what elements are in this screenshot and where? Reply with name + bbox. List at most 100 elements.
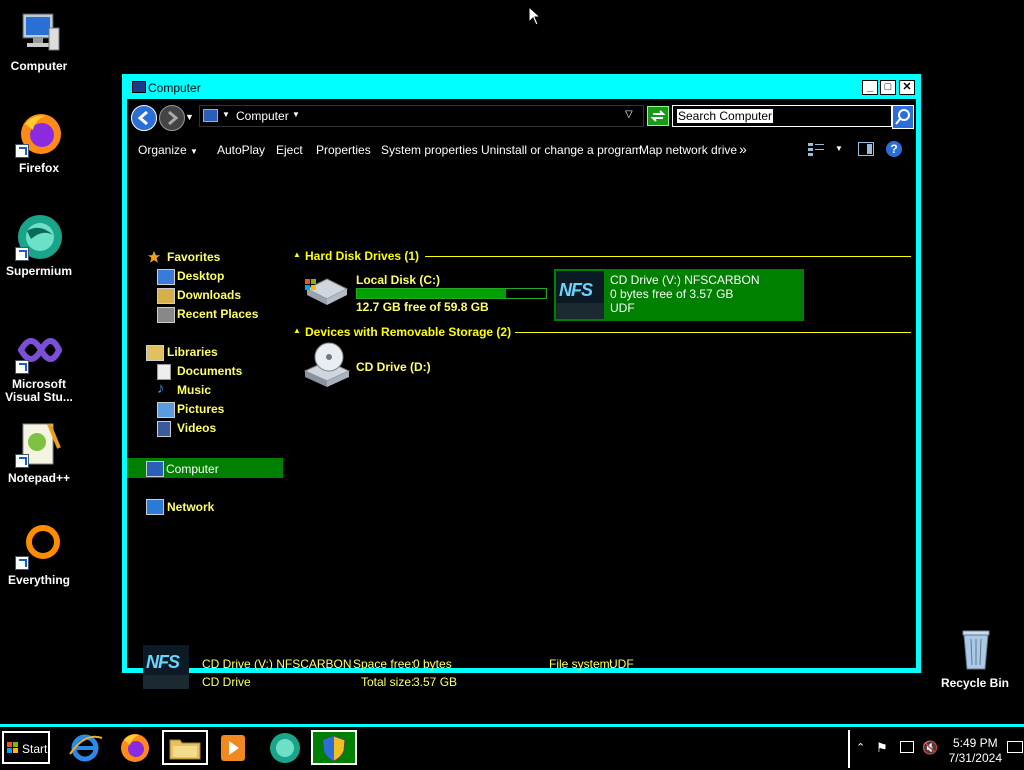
desktop-icon <box>157 269 175 285</box>
more-commands-button[interactable]: » <box>739 141 747 157</box>
desktop-icon-label: Firefox <box>18 161 59 175</box>
nav-music[interactable]: Music <box>177 383 211 397</box>
autoplay-button[interactable]: AutoPlay <box>217 143 265 157</box>
address-bar[interactable]: ▼ Computer ▼ ▽ <box>199 105 644 127</box>
folder-icon <box>169 739 201 760</box>
action-center-flag-icon[interactable]: ⚑ <box>876 740 888 756</box>
computer-icon <box>15 8 63 56</box>
taskbar-file-explorer[interactable] <box>162 730 208 765</box>
desktop-icon-label: Computer <box>10 59 68 73</box>
breadcrumb-chevron-icon[interactable]: ▼ <box>222 110 230 119</box>
show-hidden-icons-chevron-icon[interactable]: ⌃ <box>856 741 865 754</box>
details-total-size-label: Total size: <box>361 675 415 689</box>
maximize-button[interactable]: □ <box>880 80 896 95</box>
everything-icon <box>15 522 63 570</box>
taskbar-media-player[interactable] <box>210 730 256 765</box>
close-button[interactable]: ✕ <box>899 80 915 95</box>
uninstall-program-button[interactable]: Uninstall or change a program <box>481 143 642 157</box>
notepadpp-icon <box>15 420 63 468</box>
help-button[interactable]: ? <box>886 141 902 157</box>
breadcrumb-computer[interactable]: Computer <box>236 109 289 123</box>
details-fs-value: UDF <box>609 657 634 671</box>
search-placeholder: Search Computer <box>677 109 774 123</box>
nav-documents[interactable]: Documents <box>177 364 242 378</box>
nav-downloads[interactable]: Downloads <box>177 288 241 302</box>
preview-pane-icon <box>867 144 872 154</box>
desktop-icon-visual-studio[interactable]: Microsoft Visual Stu... <box>0 326 78 404</box>
refresh-button[interactable] <box>647 106 669 126</box>
map-network-drive-button[interactable]: Map network drive <box>639 143 737 157</box>
desktop-icon-label: Notepad++ <box>7 471 70 485</box>
nav-network[interactable]: Network <box>167 500 214 514</box>
clock-time: 5:49 PM <box>952 736 998 750</box>
drive-label: CD Drive (V:) NFSCARBON <box>610 273 760 287</box>
breadcrumb-chevron-icon[interactable]: ▼ <box>292 110 300 119</box>
desktop-icon-label: Supermium <box>5 264 72 278</box>
supermium-icon <box>15 213 63 261</box>
search-button[interactable] <box>892 105 914 129</box>
group-header-removable[interactable]: Devices with Removable Storage (2) <box>305 325 511 339</box>
show-desktop-button[interactable] <box>1007 741 1023 753</box>
collapse-group-icon[interactable]: ▲ <box>293 250 301 259</box>
title-bar[interactable]: Computer _ □ ✕ <box>122 74 921 99</box>
taskbar-supermium[interactable] <box>262 730 308 765</box>
navigation-pane: Favorites Desktop Downloads Recent Place… <box>127 165 287 665</box>
collapse-group-icon[interactable]: ▲ <box>293 326 301 335</box>
clock[interactable]: 5:49 PM 7/31/2024 <box>949 736 1002 766</box>
desktop-icon-computer[interactable]: Computer <box>0 8 78 73</box>
drive-cd-v-selected[interactable]: NFS CD Drive (V:) NFSCARBON 0 bytes free… <box>554 269 804 321</box>
properties-button[interactable]: Properties <box>316 143 371 157</box>
view-options-chevron-icon[interactable]: ▼ <box>835 144 843 153</box>
shortcut-arrow-icon <box>15 360 29 374</box>
nav-pictures[interactable]: Pictures <box>177 402 224 416</box>
recent-pages-chevron-icon[interactable]: ▼ <box>185 112 194 122</box>
firefox-icon <box>15 110 63 158</box>
minimize-button[interactable]: _ <box>862 80 878 95</box>
visual-studio-icon <box>15 326 63 374</box>
back-button[interactable] <box>131 105 157 131</box>
arrow-left-icon <box>137 110 148 126</box>
chevron-down-icon: ▼ <box>190 147 198 156</box>
address-row: ▼ ▼ Computer ▼ ▽ Search Computer <box>127 99 916 133</box>
desktop-icon-everything[interactable]: Everything <box>0 522 78 587</box>
change-view-button[interactable] <box>808 142 824 156</box>
preview-pane-button[interactable] <box>858 142 874 156</box>
desktop-icon-firefox[interactable]: Firefox <box>0 110 78 175</box>
details-space-free-label: Space free: <box>353 657 415 671</box>
help-icon: ? <box>890 142 898 156</box>
volume-muted-icon[interactable]: 🔇 <box>922 740 938 756</box>
desktop-icon-recycle-bin[interactable]: Recycle Bin <box>936 625 1014 690</box>
taskbar-firefox[interactable] <box>112 730 158 765</box>
organize-label: Organize <box>138 143 187 157</box>
nav-computer[interactable]: Computer <box>166 462 219 476</box>
nav-videos[interactable]: Videos <box>177 421 216 435</box>
taskbar-security-app[interactable] <box>311 730 357 765</box>
group-header-hard-disks[interactable]: Hard Disk Drives (1) <box>305 249 419 263</box>
drive-cd-d[interactable]: CD Drive (D:) <box>297 341 527 387</box>
details-pane: NFS CD Drive (V:) NFSCARBON CD Drive Spa… <box>127 635 916 689</box>
nav-libraries[interactable]: Libraries <box>167 345 218 359</box>
search-input[interactable]: Search Computer <box>672 105 892 127</box>
nav-recent-places[interactable]: Recent Places <box>177 307 258 321</box>
taskbar-body: Start ⌃ ⚑ 🔇 5:49 PM 7/31/2024 <box>0 727 1024 768</box>
eject-button[interactable]: Eject <box>276 143 303 157</box>
recent-places-icon <box>157 307 175 323</box>
drive-label: CD Drive (D:) <box>356 360 431 374</box>
forward-button[interactable] <box>159 105 185 131</box>
content-pane: ▲ Hard Disk Drives (1) Local Disk (C:) 1… <box>289 165 917 635</box>
windows-logo-icon <box>7 742 18 753</box>
videos-icon <box>157 421 171 437</box>
desktop-icon-supermium[interactable]: Supermium <box>0 213 78 278</box>
arrow-right-icon <box>168 110 179 126</box>
taskbar-internet-explorer[interactable] <box>62 730 108 765</box>
start-button[interactable]: Start <box>2 731 50 764</box>
details-total-size-value: 3.57 GB <box>413 675 458 689</box>
network-status-icon[interactable] <box>900 741 914 753</box>
window-title: Computer <box>148 81 201 95</box>
nav-favorites[interactable]: Favorites <box>167 250 220 264</box>
address-dropdown-icon[interactable]: ▽ <box>625 109 633 120</box>
desktop-icon-notepadpp[interactable]: Notepad++ <box>0 420 78 485</box>
system-properties-button[interactable]: System properties <box>381 143 478 157</box>
nav-desktop[interactable]: Desktop <box>177 269 224 283</box>
organize-menu[interactable]: Organize ▼ <box>138 143 198 157</box>
